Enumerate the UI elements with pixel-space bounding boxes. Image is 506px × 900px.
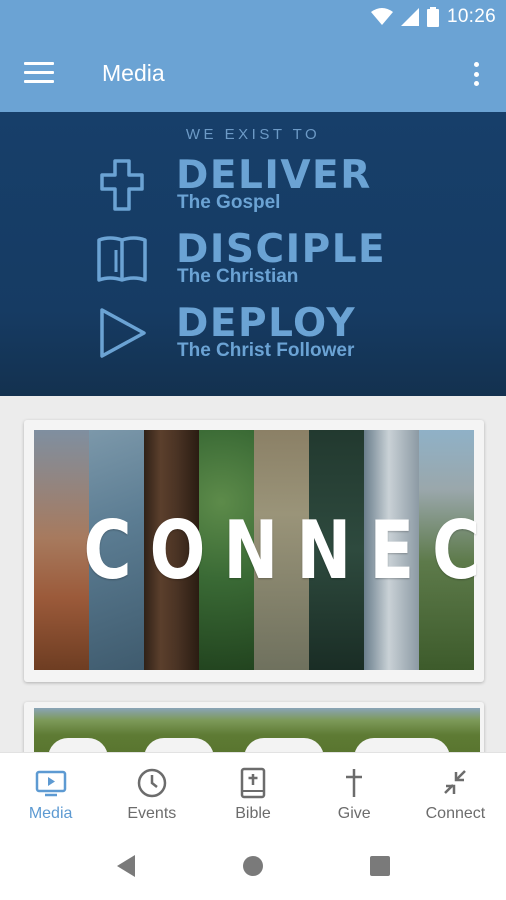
back-icon[interactable]	[116, 854, 136, 878]
more-options-icon[interactable]	[464, 60, 488, 88]
hero-row-disciple: DISCIPLE The Christian	[96, 228, 436, 296]
nav-label: Events	[127, 805, 177, 822]
nav-item-connect[interactable]: Connect	[405, 753, 506, 832]
status-bar: 10:26	[0, 0, 506, 36]
bible-icon	[240, 767, 266, 799]
nav-item-events[interactable]: Events	[101, 753, 202, 832]
nav-label: Bible	[235, 805, 271, 822]
signal-icon	[400, 8, 419, 26]
status-icons: 10:26	[370, 6, 496, 28]
page-title: Media	[102, 60, 165, 86]
cross-icon	[100, 159, 144, 211]
hero-row-deliver: DELIVER The Gospel	[96, 154, 436, 222]
wifi-icon	[370, 8, 393, 25]
battery-icon	[426, 7, 439, 27]
bible-icon	[97, 236, 147, 282]
home-icon[interactable]	[243, 856, 263, 876]
status-time: 10:26	[446, 6, 496, 27]
media-card-title: CONNECT	[83, 504, 484, 597]
nav-label: Connect	[425, 805, 486, 822]
app-bar: Media	[0, 36, 506, 112]
nav-item-media[interactable]: Media	[0, 753, 101, 832]
hero-banner[interactable]: WE EXIST TO DELIVER The Gospel DISCIPLE …	[0, 112, 506, 396]
recent-apps-icon[interactable]	[370, 856, 390, 876]
nav-label: Give	[337, 805, 371, 822]
cross-icon	[346, 769, 363, 797]
hero-kicker: WE EXIST TO	[185, 126, 321, 143]
play-icon	[100, 308, 146, 358]
menu-icon[interactable]	[24, 62, 54, 86]
hero-subheading: The Christian	[177, 266, 299, 287]
hero-subheading: The Christ Follower	[177, 340, 355, 361]
hero-subheading: The Gospel	[177, 192, 281, 213]
hero-row-deploy: DEPLOY The Christ Follower	[96, 302, 436, 370]
nav-label: Media	[28, 805, 73, 822]
nav-item-bible[interactable]: Bible	[202, 753, 303, 832]
media-card-connect[interactable]: CONNECT	[24, 420, 484, 682]
compress-arrows-icon	[444, 770, 467, 794]
nav-item-give[interactable]: Give	[304, 753, 405, 832]
bottom-navigation: Media Events Bible Give Connect	[0, 752, 506, 832]
system-navigation-bar	[0, 832, 506, 900]
tv-icon	[35, 770, 66, 797]
clock-icon	[137, 768, 167, 798]
